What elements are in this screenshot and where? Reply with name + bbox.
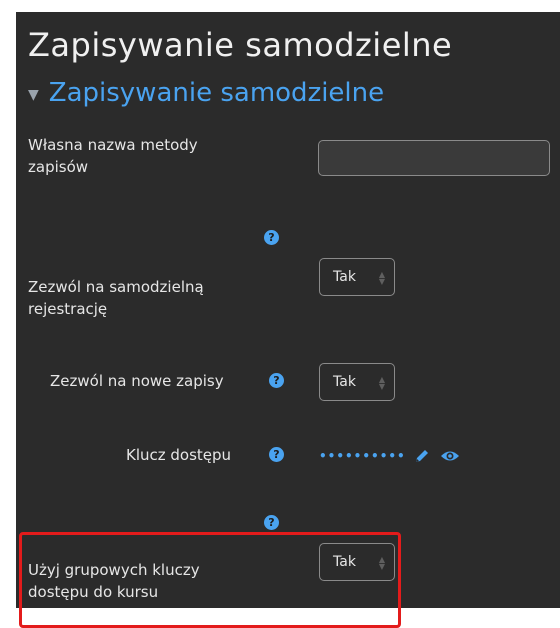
allow-new-enrols-value: Tak xyxy=(333,374,356,390)
allow-self-enrol-select[interactable]: Tak ▲ ▼ xyxy=(319,258,395,296)
allow-self-enrol-label: Zezwól na samodzielną rejestrację xyxy=(28,278,204,318)
eye-icon[interactable] xyxy=(440,449,460,463)
allow-new-enrols-select[interactable]: Tak ▲ ▼ xyxy=(319,363,395,401)
section-toggle[interactable]: ▼ Zapisywanie samodzielne xyxy=(28,78,384,108)
section-title: Zapisywanie samodzielne xyxy=(48,78,385,108)
question-circle-icon[interactable]: ? xyxy=(269,373,284,388)
page-title: Zapisywanie samodzielne xyxy=(28,26,453,64)
question-circle-icon[interactable]: ? xyxy=(264,515,279,530)
question-circle-icon[interactable]: ? xyxy=(264,230,279,245)
caret-down-icon: ▼ xyxy=(28,87,39,103)
allow-new-enrols-label: Zezwól na nowe zapisy xyxy=(50,372,224,390)
allow-self-enrol-value: Tak xyxy=(333,269,356,285)
enrolment-key-field[interactable]: •••••••••• xyxy=(319,448,460,464)
pencil-icon[interactable] xyxy=(414,448,430,464)
highlight-box xyxy=(19,532,401,628)
select-arrows-icon: ▲ ▼ xyxy=(378,375,385,391)
custom-name-input[interactable] xyxy=(318,140,550,176)
enrolment-key-label: Klucz dostępu xyxy=(126,446,232,464)
question-circle-icon[interactable]: ? xyxy=(269,447,284,462)
enrolment-key-masked: •••••••••• xyxy=(319,449,406,463)
custom-name-label: Własna nazwa metody zapisów xyxy=(28,136,198,176)
select-arrows-icon: ▲ ▼ xyxy=(378,270,385,286)
enrolment-settings-panel: Zapisywanie samodzielne ▼ Zapisywanie sa… xyxy=(16,12,560,628)
